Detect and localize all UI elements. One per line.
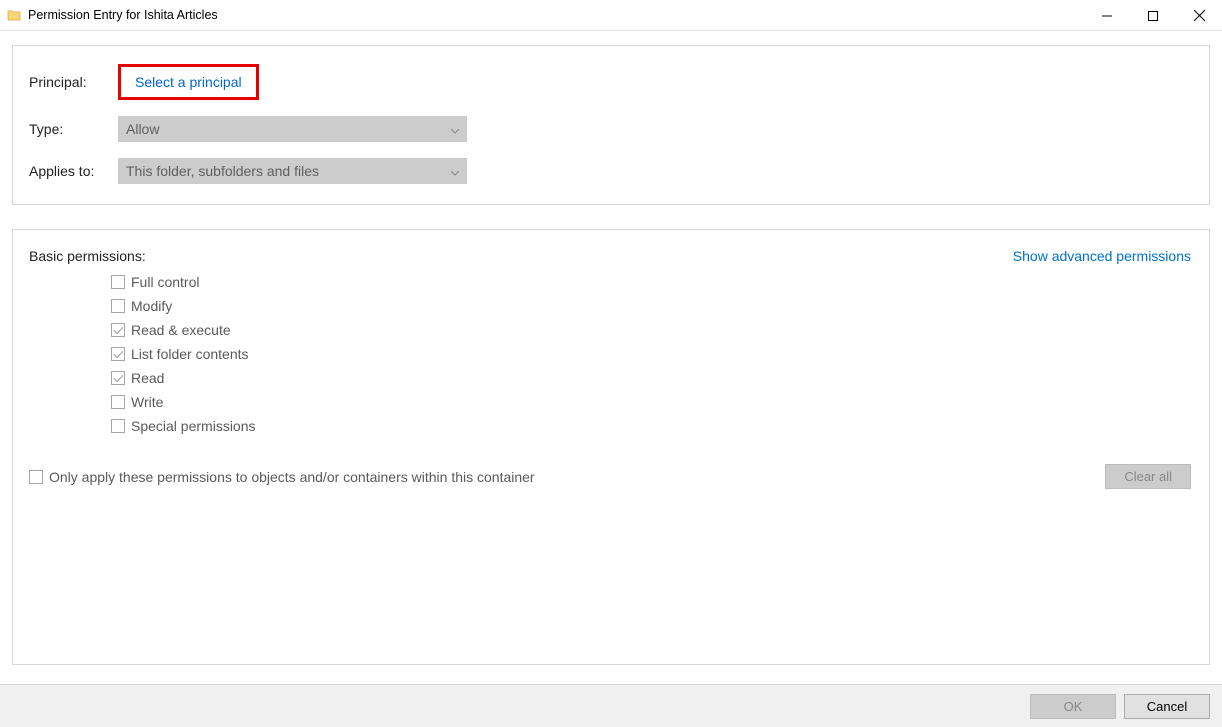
dialog-footer: OK Cancel xyxy=(0,684,1222,727)
perm-label: List folder contents xyxy=(131,346,249,362)
ok-button: OK xyxy=(1030,694,1116,719)
checkbox-list-folder xyxy=(111,347,125,361)
perm-write: Write xyxy=(111,394,1191,410)
perm-modify: Modify xyxy=(111,298,1191,314)
titlebar: Permission Entry for Ishita Articles xyxy=(0,0,1222,31)
perm-label: Write xyxy=(131,394,163,410)
minimize-button[interactable] xyxy=(1084,0,1130,31)
checkbox-apply-only xyxy=(29,470,43,484)
type-label: Type: xyxy=(29,121,118,137)
apply-only-row: Only apply these permissions to objects … xyxy=(29,469,535,485)
perm-special: Special permissions xyxy=(111,418,1191,434)
window-title: Permission Entry for Ishita Articles xyxy=(28,8,1084,22)
checkbox-read-execute xyxy=(111,323,125,337)
perm-full-control: Full control xyxy=(111,274,1191,290)
perm-read-execute: Read & execute xyxy=(111,322,1191,338)
checkbox-special xyxy=(111,419,125,433)
principal-panel: Principal: Select a principal Type: Allo… xyxy=(12,45,1210,205)
permissions-panel: Basic permissions: Show advanced permiss… xyxy=(12,229,1210,665)
select-principal-link[interactable]: Select a principal xyxy=(127,72,250,92)
folder-icon xyxy=(6,7,22,23)
perm-list-folder: List folder contents xyxy=(111,346,1191,362)
permission-list: Full control Modify Read & execute List … xyxy=(111,274,1191,434)
show-advanced-permissions-link[interactable]: Show advanced permissions xyxy=(1013,248,1191,264)
perm-label: Modify xyxy=(131,298,172,314)
window-controls xyxy=(1084,0,1222,30)
close-button[interactable] xyxy=(1176,0,1222,31)
chevron-down-icon xyxy=(451,163,459,179)
checkbox-full-control xyxy=(111,275,125,289)
type-dropdown: Allow xyxy=(118,116,467,142)
apply-only-label: Only apply these permissions to objects … xyxy=(49,469,535,485)
clear-all-button: Clear all xyxy=(1105,464,1191,489)
perm-label: Special permissions xyxy=(131,418,256,434)
perm-label: Full control xyxy=(131,274,199,290)
applies-to-label: Applies to: xyxy=(29,163,118,179)
principal-label: Principal: xyxy=(29,74,118,90)
checkbox-read xyxy=(111,371,125,385)
chevron-down-icon xyxy=(451,121,459,137)
cancel-button[interactable]: Cancel xyxy=(1124,694,1210,719)
principal-highlight-box: Select a principal xyxy=(118,64,259,100)
perm-label: Read & execute xyxy=(131,322,231,338)
checkbox-modify xyxy=(111,299,125,313)
basic-permissions-title: Basic permissions: xyxy=(29,248,146,264)
perm-label: Read xyxy=(131,370,164,386)
perm-read: Read xyxy=(111,370,1191,386)
checkbox-write xyxy=(111,395,125,409)
applies-to-dropdown-value: This folder, subfolders and files xyxy=(126,163,319,179)
content-area: Principal: Select a principal Type: Allo… xyxy=(0,31,1222,665)
maximize-button[interactable] xyxy=(1130,0,1176,31)
applies-to-dropdown: This folder, subfolders and files xyxy=(118,158,467,184)
type-dropdown-value: Allow xyxy=(126,121,159,137)
